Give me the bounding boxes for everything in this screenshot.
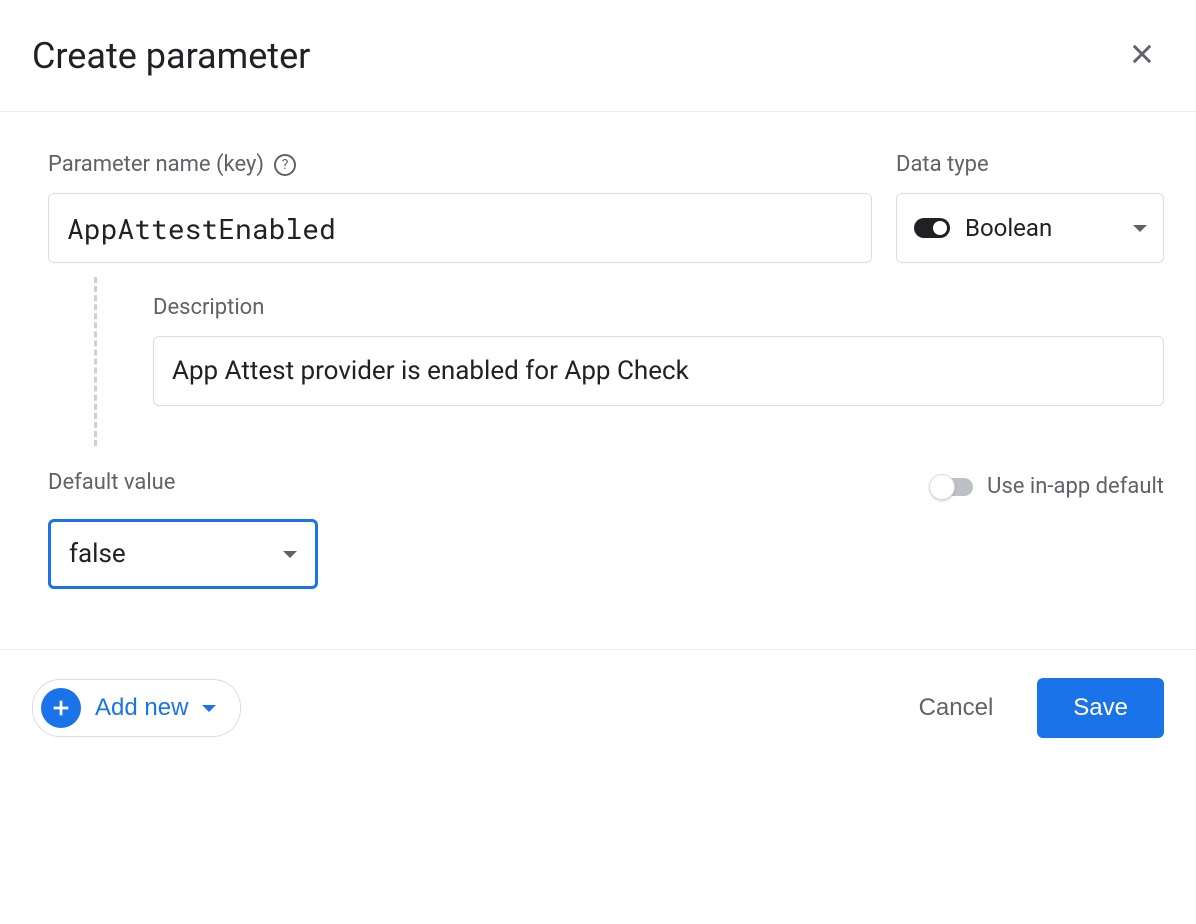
default-value-row: Default value false Use in-app default [48,470,1164,589]
data-type-group: Data type Boolean [896,152,1164,263]
chevron-down-icon [202,705,216,712]
default-value-group: Default value false [48,470,318,589]
data-type-selected: Boolean [965,214,1119,242]
in-app-default-label: Use in-app default [987,474,1164,499]
description-input[interactable] [153,336,1164,406]
description-content: Description [153,277,1164,446]
cancel-button[interactable]: Cancel [903,682,1010,734]
close-icon [1128,40,1156,71]
default-value-label: Default value [48,470,318,495]
parameter-name-group: Parameter name (key) ? [48,152,872,263]
dialog-header: Create parameter [0,0,1196,112]
parameter-name-label-text: Parameter name (key) [48,152,264,177]
add-new-button[interactable]: Add new [32,679,241,737]
in-app-default-toggle[interactable] [931,478,973,496]
dialog-content: Parameter name (key) ? Data type Boolean [0,112,1196,649]
dialog-title: Create parameter [32,35,310,77]
tree-line [94,277,97,446]
chevron-down-icon [1133,225,1147,232]
dialog-footer: Add new Cancel Save [0,649,1196,766]
create-parameter-dialog: Create parameter Parameter name (key) ? … [0,0,1196,766]
description-label: Description [153,295,1164,320]
data-type-label: Data type [896,152,1164,177]
parameter-name-input[interactable] [48,193,872,263]
top-row: Parameter name (key) ? Data type Boolean [48,152,1164,263]
footer-actions: Cancel Save [903,678,1164,738]
parameter-name-label: Parameter name (key) ? [48,152,872,177]
chevron-down-icon [283,551,297,558]
in-app-default-group: Use in-app default [931,474,1164,499]
default-value-select[interactable]: false [48,519,318,589]
help-icon[interactable]: ? [274,154,296,176]
save-button[interactable]: Save [1037,678,1164,738]
boolean-icon [913,217,951,239]
description-section: Description [48,277,1164,446]
default-value-selected: false [69,539,126,569]
plus-icon [41,688,81,728]
add-new-label: Add new [95,694,188,722]
toggle-knob [929,474,955,500]
data-type-select[interactable]: Boolean [896,193,1164,263]
close-button[interactable] [1120,32,1164,79]
